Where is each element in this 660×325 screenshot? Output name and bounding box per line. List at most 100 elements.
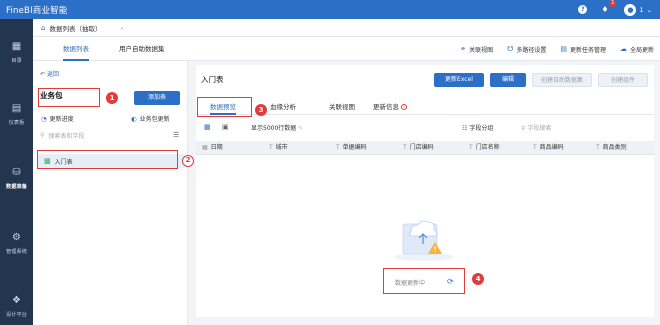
home-icon: ⌂ bbox=[41, 23, 46, 32]
field-group-button[interactable]: ☷ 字段分组 bbox=[462, 123, 493, 132]
update-manage-button[interactable]: ▤ 更新任务管理 bbox=[560, 45, 606, 54]
annotation-marker: 2 bbox=[182, 155, 194, 167]
nav-label: 管理系统 bbox=[6, 249, 27, 255]
search-icon: ⚲ bbox=[521, 125, 526, 132]
tab-lineage[interactable]: 血缘分析 bbox=[270, 101, 296, 115]
update-progress-link[interactable]: ◔ 更新进度 bbox=[41, 114, 74, 124]
field-search-placeholder: 字段搜索 bbox=[527, 125, 552, 132]
column-header[interactable]: T 商品编码 bbox=[533, 141, 564, 155]
search-input[interactable]: ⚲ 搜索表和字段 bbox=[40, 129, 170, 142]
tool-label: 关联视图 bbox=[469, 46, 494, 54]
nav-item-admin[interactable]: ⚙ 管理系统 bbox=[0, 232, 33, 255]
nav-item-design[interactable]: ❖ 设计平台 bbox=[0, 295, 33, 318]
refresh-icon: ◐ bbox=[131, 114, 137, 123]
toolbar: ⚭ 关联视图 ☋ 多路径设置 ▤ 更新任务管理 ☁ 全局更新 bbox=[460, 37, 654, 61]
gear-icon: ⚙ bbox=[12, 232, 21, 243]
row-limit-label: 显示5000行数据 bbox=[251, 125, 297, 132]
grid-icon: ▦ bbox=[11, 41, 22, 52]
nav-item-catalog[interactable]: ▦ 目录 bbox=[0, 41, 33, 64]
top-bar: FineBI商业智能 ? ♦ 1 ● 1 ⌄ bbox=[0, 0, 660, 19]
text-type-icon: T bbox=[596, 144, 600, 151]
column-header[interactable]: T 商品类别 bbox=[596, 141, 627, 155]
table-toolbar: ▦ ▣ 显示5000行数据 ✎ ☷ 字段分组 ⚲ 字段搜索 bbox=[196, 122, 654, 134]
tab-relation[interactable]: 关联视图 bbox=[329, 101, 355, 115]
filter-icon[interactable]: ☰ bbox=[173, 131, 179, 139]
tab-update-info[interactable]: 更新信息 i bbox=[373, 101, 407, 115]
chevron-down-icon[interactable]: ⌄ bbox=[119, 24, 124, 31]
annotation-marker: 4 bbox=[472, 273, 484, 285]
row-limit-select[interactable]: 显示5000行数据 ✎ bbox=[251, 123, 303, 132]
link-label: 更新进度 bbox=[49, 116, 74, 123]
top-right-controls: ? ♦ 1 ● 1 ⌄ bbox=[578, 0, 652, 19]
tab-data-list[interactable]: ⌂ 数据列表（抽取） ⌄ bbox=[33, 19, 132, 37]
user-menu[interactable]: ● 1 ⌄ bbox=[624, 3, 652, 16]
column-label: 门店编码 bbox=[409, 144, 434, 151]
left-nav: ▦ 目录 ▤ 仪表板 ⛁ 数据准备 ⚙ 管理系统 ❖ 设计平台 bbox=[0, 19, 33, 325]
multipath-button[interactable]: ☋ 多路径设置 bbox=[507, 45, 546, 54]
tab-label: 更新信息 bbox=[373, 103, 399, 111]
text-type-icon: T bbox=[469, 144, 473, 151]
global-update-button[interactable]: ☁ 全局更新 bbox=[620, 45, 654, 54]
info-icon: i bbox=[401, 104, 407, 110]
column-header[interactable]: ▦ 日期 bbox=[202, 141, 223, 155]
nav-label: 目录 bbox=[11, 58, 22, 64]
relation-view-button[interactable]: ⚭ 关联视图 bbox=[460, 45, 493, 54]
column-header[interactable]: T 城市 bbox=[269, 141, 288, 155]
tool-label: 全局更新 bbox=[629, 46, 654, 54]
column-header[interactable]: T 单据编码 bbox=[336, 141, 367, 155]
dashboard-icon: ▤ bbox=[11, 103, 22, 114]
column-label: 商品类别 bbox=[602, 144, 627, 151]
edit-icon: ✎ bbox=[298, 125, 304, 132]
app-title: FineBI商业智能 bbox=[6, 5, 68, 16]
search-icon: ⚲ bbox=[40, 132, 45, 139]
search-placeholder: 搜索表和字段 bbox=[48, 133, 85, 140]
annotation-marker: 3 bbox=[255, 104, 267, 116]
database-icon: ⛁ bbox=[12, 167, 21, 178]
panel-icon[interactable]: ▣ bbox=[222, 123, 229, 131]
help-icon[interactable]: ? bbox=[578, 5, 588, 14]
tab-label: 数据列表（抽取） bbox=[49, 24, 102, 33]
relation-icon: ⚭ bbox=[460, 45, 467, 53]
column-label: 日期 bbox=[210, 144, 223, 151]
subtab-user-dataset[interactable]: 用户自助数据集 bbox=[119, 37, 165, 61]
text-type-icon: T bbox=[403, 144, 407, 151]
progress-icon: ◔ bbox=[41, 114, 47, 123]
tab-strip: ⌂ 数据列表（抽取） ⌄ bbox=[33, 19, 660, 37]
text-type-icon: T bbox=[269, 144, 273, 151]
column-label: 单据编码 bbox=[342, 144, 367, 151]
edit-button[interactable]: 编辑 bbox=[490, 73, 526, 87]
back-label: 返回 bbox=[46, 71, 59, 78]
nav-label: 仪表板 bbox=[8, 120, 25, 126]
field-search-input[interactable]: ⚲ 字段搜索 bbox=[521, 123, 551, 132]
path-icon: ☋ bbox=[507, 45, 514, 53]
create-dataset-button[interactable]: 创建自助数据集 bbox=[532, 73, 592, 87]
annotation-box bbox=[37, 150, 178, 169]
network-icon: ❖ bbox=[12, 295, 21, 306]
table-header: ▦ 日期 T 城市 T 单据编码 T 门店编码 T 门店名称 T 商品编码 T 商品类别 bbox=[196, 141, 654, 155]
nav-label: 设计平台 bbox=[6, 312, 27, 318]
table-title: 入门表 bbox=[201, 75, 224, 84]
annotation-box bbox=[38, 88, 100, 107]
nav-label: 数据准备 bbox=[6, 184, 27, 190]
update-excel-button[interactable]: 更新Excel bbox=[434, 73, 484, 87]
column-label: 城市 bbox=[275, 144, 288, 151]
sub-header: 数据列表 用户自助数据集 ⚭ 关联视图 ☋ 多路径设置 ▤ 更新任务管理 ☁ 全局更新 bbox=[33, 37, 660, 61]
group-icon: ☷ bbox=[462, 125, 468, 132]
tool-label: 多路径设置 bbox=[516, 46, 547, 54]
add-table-button[interactable]: 添加表 bbox=[134, 91, 180, 105]
text-type-icon: T bbox=[533, 144, 537, 151]
create-component-button[interactable]: 创建组件 bbox=[598, 73, 648, 87]
task-icon: ▤ bbox=[560, 45, 567, 53]
grid-view-icon[interactable]: ▦ bbox=[204, 123, 211, 131]
package-update-link[interactable]: ◐ 业务包更新 bbox=[131, 114, 170, 124]
annotation-marker: 1 bbox=[106, 92, 118, 104]
bell-icon[interactable]: ♦ 1 bbox=[601, 0, 617, 14]
back-link[interactable]: ↶ 返回 bbox=[40, 69, 59, 78]
column-header[interactable]: T 门店编码 bbox=[403, 141, 434, 155]
column-header[interactable]: T 门店名称 bbox=[469, 141, 500, 155]
nav-item-data-prep[interactable]: ⛁ 数据准备 bbox=[0, 167, 33, 190]
avatar: ● bbox=[624, 3, 637, 16]
subtab-data-list[interactable]: 数据列表 bbox=[63, 37, 89, 61]
nav-item-dashboard[interactable]: ▤ 仪表板 bbox=[0, 103, 33, 126]
column-label: 门店名称 bbox=[475, 144, 500, 151]
